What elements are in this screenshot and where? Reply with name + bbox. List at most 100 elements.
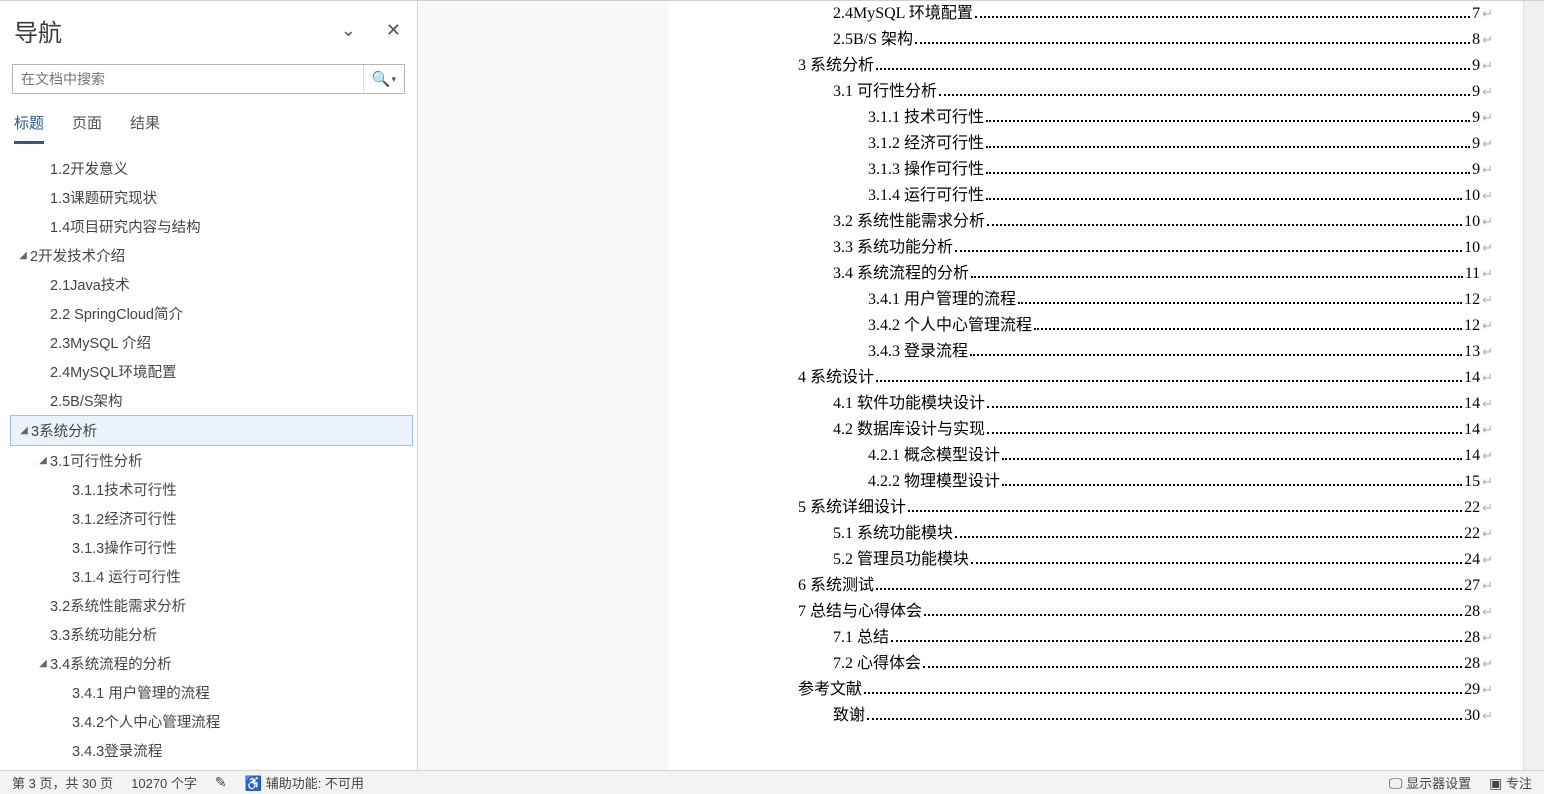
tree-item[interactable]: 3.1.2经济可行性	[10, 504, 413, 533]
tree-item[interactable]: ◢2开发技术介绍	[10, 241, 413, 270]
collapse-icon[interactable]: ⌄	[341, 20, 356, 41]
search-button[interactable]: 🔍▾	[363, 65, 404, 93]
tree-item[interactable]: ◢3.4系统流程的分析	[10, 649, 413, 678]
toc-line[interactable]: 3 系统分析9↵	[668, 53, 1493, 79]
tree-item[interactable]: ◢3.1可行性分析	[10, 446, 413, 475]
expand-caret-icon[interactable]: ◢	[16, 250, 30, 261]
toc-line[interactable]: 2.4MySQL 环境配置7↵	[668, 1, 1493, 27]
tree-item[interactable]: 3.1.4 运行可行性	[10, 562, 413, 591]
toc-line[interactable]: 5 系统详细设计22↵	[668, 495, 1493, 521]
tree-item[interactable]: 3.4.3登录流程	[10, 736, 413, 765]
tree-item[interactable]: 1.3课题研究现状	[10, 183, 413, 212]
toc-text: 参考文献	[798, 677, 862, 703]
toc-line[interactable]: 3.4.2 个人中心管理流程12↵	[668, 313, 1493, 339]
toc-page-number: 29	[1464, 677, 1480, 703]
toc-line[interactable]: 4 系统设计14↵	[668, 365, 1493, 391]
return-mark-icon: ↵	[1482, 209, 1493, 235]
tree-item-label: 3.4系统流程的分析	[50, 653, 172, 674]
toc-line[interactable]: 3.1.1 技术可行性9↵	[668, 105, 1493, 131]
tree-item[interactable]: 3.1.1技术可行性	[10, 475, 413, 504]
accessibility-status[interactable]: ♿ 辅助功能: 不可用	[245, 773, 364, 792]
toc-page-number: 10	[1464, 183, 1480, 209]
tree-item[interactable]: 2.5B/S架构	[10, 386, 413, 415]
return-mark-icon: ↵	[1482, 27, 1493, 53]
tree-item[interactable]: 2.3MySQL 介绍	[10, 328, 413, 357]
toc-line[interactable]: 7.2 心得体会28↵	[668, 651, 1493, 677]
toc-line[interactable]: 3.1.2 经济可行性9↵	[668, 131, 1493, 157]
expand-caret-icon[interactable]: ◢	[36, 658, 50, 669]
toc-text: 3.2 系统性能需求分析	[833, 209, 985, 235]
return-mark-icon: ↵	[1482, 53, 1493, 79]
tree-item-label: 3.4.3登录流程	[72, 740, 162, 761]
tree-item[interactable]: 3.1.3操作可行性	[10, 533, 413, 562]
tree-item-label: 3.2系统性能需求分析	[50, 595, 186, 616]
display-settings[interactable]: 🖵 显示器设置	[1389, 773, 1471, 792]
toc-line[interactable]: 3.4 系统流程的分析11↵	[668, 261, 1493, 287]
toc-line[interactable]: 参考文献29↵	[668, 677, 1493, 703]
return-mark-icon: ↵	[1482, 339, 1493, 365]
toc-line[interactable]: 7 总结与心得体会28↵	[668, 599, 1493, 625]
close-icon[interactable]: ✕	[386, 20, 401, 41]
tree-item[interactable]: 2.2 SpringCloud简介	[10, 299, 413, 328]
toc-text: 5 系统详细设计	[798, 495, 906, 521]
toc-line[interactable]: 4.2.1 概念模型设计14↵	[668, 443, 1493, 469]
tree-item[interactable]: 3.4.2个人中心管理流程	[10, 707, 413, 736]
document-page[interactable]: 2.4MySQL 环境配置7↵2.5B/S 架构8↵3 系统分析9↵3.1 可行…	[668, 1, 1524, 770]
toc-page-number: 28	[1464, 599, 1480, 625]
return-mark-icon: ↵	[1482, 79, 1493, 105]
toc-line[interactable]: 2.5B/S 架构8↵	[668, 27, 1493, 53]
tab-pages[interactable]: 页面	[72, 112, 102, 144]
return-mark-icon: ↵	[1482, 365, 1493, 391]
tree-item[interactable]: 3.2系统性能需求分析	[10, 591, 413, 620]
toc-line[interactable]: 3.1.4 运行可行性10↵	[668, 183, 1493, 209]
page-indicator[interactable]: 第 3 页，共 30 页	[12, 773, 113, 792]
toc-text: 3.4 系统流程的分析	[833, 261, 969, 287]
toc-text: 3.1.4 运行可行性	[868, 183, 984, 209]
tree-item[interactable]: ◢3系统分析	[10, 415, 413, 446]
toc-page-number: 28	[1464, 651, 1480, 677]
tree-item[interactable]: 2.1Java技术	[10, 270, 413, 299]
tree-item[interactable]: 1.2开发意义	[10, 154, 413, 183]
expand-caret-icon[interactable]: ◢	[36, 455, 50, 466]
tree-item[interactable]: 3.4.1 用户管理的流程	[10, 678, 413, 707]
toc-line[interactable]: 4.1 软件功能模块设计14↵	[668, 391, 1493, 417]
focus-mode[interactable]: ▣ 专注	[1489, 773, 1532, 792]
toc-text: 7.2 心得体会	[833, 651, 921, 677]
toc-line[interactable]: 3.2 系统性能需求分析10↵	[668, 209, 1493, 235]
toc-line[interactable]: 致谢30↵	[668, 703, 1493, 729]
nav-tree[interactable]: 1.2开发意义1.3课题研究现状1.4项目研究内容与结构◢2开发技术介绍 2.1J…	[0, 144, 417, 770]
word-count[interactable]: 10270 个字	[131, 773, 197, 792]
tree-item-label: 3系统分析	[31, 420, 97, 441]
search-input[interactable]	[13, 67, 363, 91]
tree-item-label: 3.4.2个人中心管理流程	[72, 711, 220, 732]
toc-line[interactable]: 4.2.2 物理模型设计15↵	[668, 469, 1493, 495]
toc-line[interactable]: 3.4.1 用户管理的流程12↵	[668, 287, 1493, 313]
return-mark-icon: ↵	[1482, 703, 1493, 729]
spellcheck-icon[interactable]: ✎	[215, 774, 227, 791]
toc-text: 5.2 管理员功能模块	[833, 547, 969, 573]
toc-line[interactable]: 7.1 总结28↵	[668, 625, 1493, 651]
toc-text: 3.1.2 经济可行性	[868, 131, 984, 157]
toc-line[interactable]: 6 系统测试27↵	[668, 573, 1493, 599]
return-mark-icon: ↵	[1482, 287, 1493, 313]
toc-page-number: 12	[1464, 313, 1480, 339]
tab-headings[interactable]: 标题	[14, 112, 44, 144]
toc-line[interactable]: 4.2 数据库设计与实现14↵	[668, 417, 1493, 443]
tree-item[interactable]: 2.4MySQL环境配置	[10, 357, 413, 386]
tab-results[interactable]: 结果	[130, 112, 160, 144]
toc-page-number: 8	[1472, 27, 1480, 53]
tree-item[interactable]: ◢4系统设计	[10, 765, 413, 770]
return-mark-icon: ↵	[1482, 443, 1493, 469]
toc-line[interactable]: 5.2 管理员功能模块24↵	[668, 547, 1493, 573]
search-box: 🔍▾	[12, 64, 405, 94]
toc-line[interactable]: 3.4.3 登录流程13↵	[668, 339, 1493, 365]
toc-line[interactable]: 3.1 可行性分析9↵	[668, 79, 1493, 105]
toc-line[interactable]: 5.1 系统功能模块22↵	[668, 521, 1493, 547]
toc-line[interactable]: 3.1.3 操作可行性9↵	[668, 157, 1493, 183]
tree-item[interactable]: 3.3系统功能分析	[10, 620, 413, 649]
tree-item[interactable]: 1.4项目研究内容与结构	[10, 212, 413, 241]
toc-line[interactable]: 3.3 系统功能分析10↵	[668, 235, 1493, 261]
tree-item-label: 2.1Java技术	[50, 274, 130, 295]
toc-text: 3.4.2 个人中心管理流程	[868, 313, 1032, 339]
expand-caret-icon[interactable]: ◢	[17, 425, 31, 436]
